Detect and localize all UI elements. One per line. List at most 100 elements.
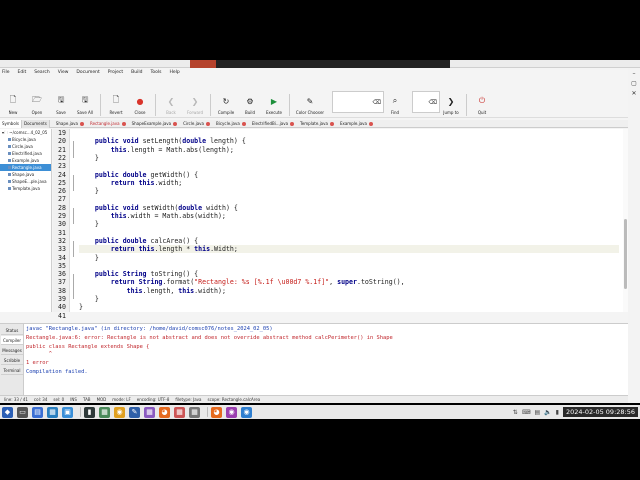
menu-help[interactable]: Help	[170, 70, 180, 75]
tree-item[interactable]: Example.java	[0, 157, 51, 164]
code-line[interactable]: public String toString() {	[79, 270, 198, 278]
editor-icon[interactable]: ✎	[129, 406, 140, 418]
compiler-line[interactable]: 1 error	[26, 360, 49, 366]
clear-icon[interactable]: ⌫	[373, 99, 381, 106]
tab-terminal[interactable]: Terminal	[1, 366, 23, 375]
compile-button[interactable]: ↻ Compile	[215, 78, 237, 118]
file-tab[interactable]: Template.java	[298, 120, 336, 128]
tree-item[interactable]: Electrified.java	[0, 150, 51, 157]
close-tab-icon[interactable]	[205, 122, 210, 126]
code-line[interactable]: public double getWidth() {	[79, 171, 198, 179]
tree-item[interactable]: Shape.java	[0, 171, 51, 178]
file-tab[interactable]: Circle.java	[181, 120, 212, 128]
save-button[interactable]: 🖫 Save	[50, 78, 72, 118]
app-icon[interactable]: ▦	[174, 406, 185, 418]
menu-build[interactable]: Build	[131, 70, 142, 75]
compiler-line[interactable]: javac "Rectangle.java" (in directory: /h…	[26, 326, 273, 332]
close-tab-icon[interactable]	[368, 122, 373, 126]
save-all-button[interactable]: 🖫 Save All	[74, 78, 96, 118]
app-icon[interactable]: ◉	[241, 406, 252, 418]
code-line[interactable]: this.width = Math.abs(width);	[79, 212, 226, 220]
tab-status[interactable]: Status	[1, 326, 23, 335]
file-tab[interactable]: Bicycle.java	[214, 120, 248, 128]
fold-guide[interactable]	[73, 240, 74, 258]
close-tab-icon[interactable]	[290, 122, 295, 126]
maximize-icon[interactable]: ▢	[630, 80, 638, 88]
fold-guide[interactable]	[73, 207, 74, 225]
file-manager-icon[interactable]: ▤	[32, 406, 43, 418]
menu-document[interactable]: Document	[76, 70, 99, 75]
tab-symbols[interactable]: Symbols	[0, 120, 22, 128]
keyboard-icon[interactable]: ⌨	[522, 409, 531, 416]
app-icon[interactable]: ◉	[226, 406, 237, 418]
clear-icon[interactable]: ⌫	[429, 99, 437, 106]
execute-button[interactable]: ▶ Execute	[263, 78, 285, 118]
code-editor[interactable]: 19 20 21 22 23 24 25 26 27 28 29 30 31 32 33 34 35 36 37 38…	[53, 129, 628, 320]
code-line[interactable]: }	[79, 254, 99, 262]
fold-guide[interactable]	[73, 141, 74, 158]
start-menu-icon[interactable]: ◆	[2, 406, 13, 418]
code-line[interactable]: }	[79, 154, 99, 162]
firefox-icon[interactable]: ◕	[159, 406, 170, 418]
close-window-icon[interactable]: ✕	[630, 90, 638, 98]
back-button[interactable]: ❮ Back	[160, 78, 182, 118]
file-tab[interactable]: ElectrifiedBi...java	[250, 120, 296, 128]
menu-project[interactable]: Project	[108, 70, 123, 75]
terminal-icon[interactable]: ▮	[84, 406, 95, 418]
code-line[interactable]: }	[79, 303, 83, 311]
new-button[interactable]: 🗋 New	[2, 78, 24, 118]
menu-view[interactable]: View	[58, 70, 69, 75]
folder-icon[interactable]: ▣	[62, 406, 73, 418]
compiler-output[interactable]: javac "Rectangle.java" (in directory: /h…	[26, 324, 626, 396]
tab-compiler[interactable]: Compiler	[1, 336, 23, 345]
clipboard-icon[interactable]: ▤	[534, 409, 540, 416]
app-icon[interactable]: ▦	[99, 406, 110, 418]
chrome-icon[interactable]: ◉	[114, 406, 125, 418]
menu-edit[interactable]: Edit	[18, 70, 27, 75]
battery-icon[interactable]: ▮	[556, 409, 559, 416]
firefox-icon[interactable]: ◕	[211, 406, 222, 418]
tab-documents[interactable]: Documents	[21, 120, 50, 128]
fold-margin[interactable]	[71, 129, 77, 312]
code-line[interactable]: }	[79, 187, 99, 195]
code-line[interactable]: public void setWidth(double width) {	[79, 204, 238, 212]
code-line[interactable]: this.length, this.width);	[79, 287, 226, 295]
compiler-line[interactable]: ^	[26, 351, 52, 357]
close-tab-icon[interactable]	[79, 122, 84, 126]
fold-guide[interactable]	[73, 174, 74, 192]
close-tab-icon[interactable]	[241, 122, 246, 126]
scrollbar-thumb[interactable]	[624, 219, 627, 289]
code-line[interactable]: public void setLength(double length) {	[79, 137, 246, 145]
open-button[interactable]: 🗁 Open	[26, 78, 48, 118]
tree-item-selected[interactable]: Rectangle.java	[0, 164, 51, 171]
tree-item[interactable]: Circle.java	[0, 143, 51, 150]
find-button[interactable]: ⌕ Find	[384, 78, 406, 118]
menu-file[interactable]: File	[2, 70, 10, 75]
menu-tools[interactable]: Tools	[150, 70, 161, 75]
tree-item[interactable]: Bicycle.java	[0, 136, 51, 143]
close-tab-icon[interactable]	[121, 122, 126, 126]
revert-button[interactable]: 🗋 Revert	[105, 78, 127, 118]
compiler-line[interactable]: Compilation failed.	[26, 369, 88, 375]
fold-guide[interactable]	[73, 274, 74, 299]
clock[interactable]: 2024-02-05 09:28:56	[562, 407, 638, 417]
tree-root-folder[interactable]: ▾🗀 ~/comsc...4_02_05	[0, 129, 51, 136]
network-icon[interactable]: ⇅	[513, 409, 518, 416]
file-tab[interactable]: ShapeExample.java	[130, 120, 180, 128]
code-line[interactable]: return String.format("Rectangle: %s [%.1…	[79, 278, 405, 286]
file-tab[interactable]: Example.java	[338, 120, 375, 128]
app-icon[interactable]: ▦	[189, 406, 200, 418]
forward-button[interactable]: ❯ Forward	[184, 78, 206, 118]
jump-to-line-combo[interactable]: ⌫	[412, 91, 440, 113]
color-chooser-button[interactable]: ✎ Color Chooser	[294, 78, 326, 118]
file-tab-active[interactable]: Rectangle.java	[88, 120, 128, 128]
file-tab[interactable]: Shape.java	[54, 120, 86, 128]
code-line[interactable]: this.length = Math.abs(length);	[79, 146, 234, 154]
code-line[interactable]: public double calcArea() {	[79, 237, 198, 245]
show-desktop-icon[interactable]: ▭	[17, 406, 28, 418]
menu-search[interactable]: Search	[34, 70, 49, 75]
close-tab-icon[interactable]	[329, 122, 334, 126]
code-area[interactable]: public void setLength(double length) { t…	[79, 129, 619, 312]
volume-icon[interactable]: 🔈	[544, 409, 551, 416]
close-button[interactable]: ● Close	[129, 78, 151, 118]
